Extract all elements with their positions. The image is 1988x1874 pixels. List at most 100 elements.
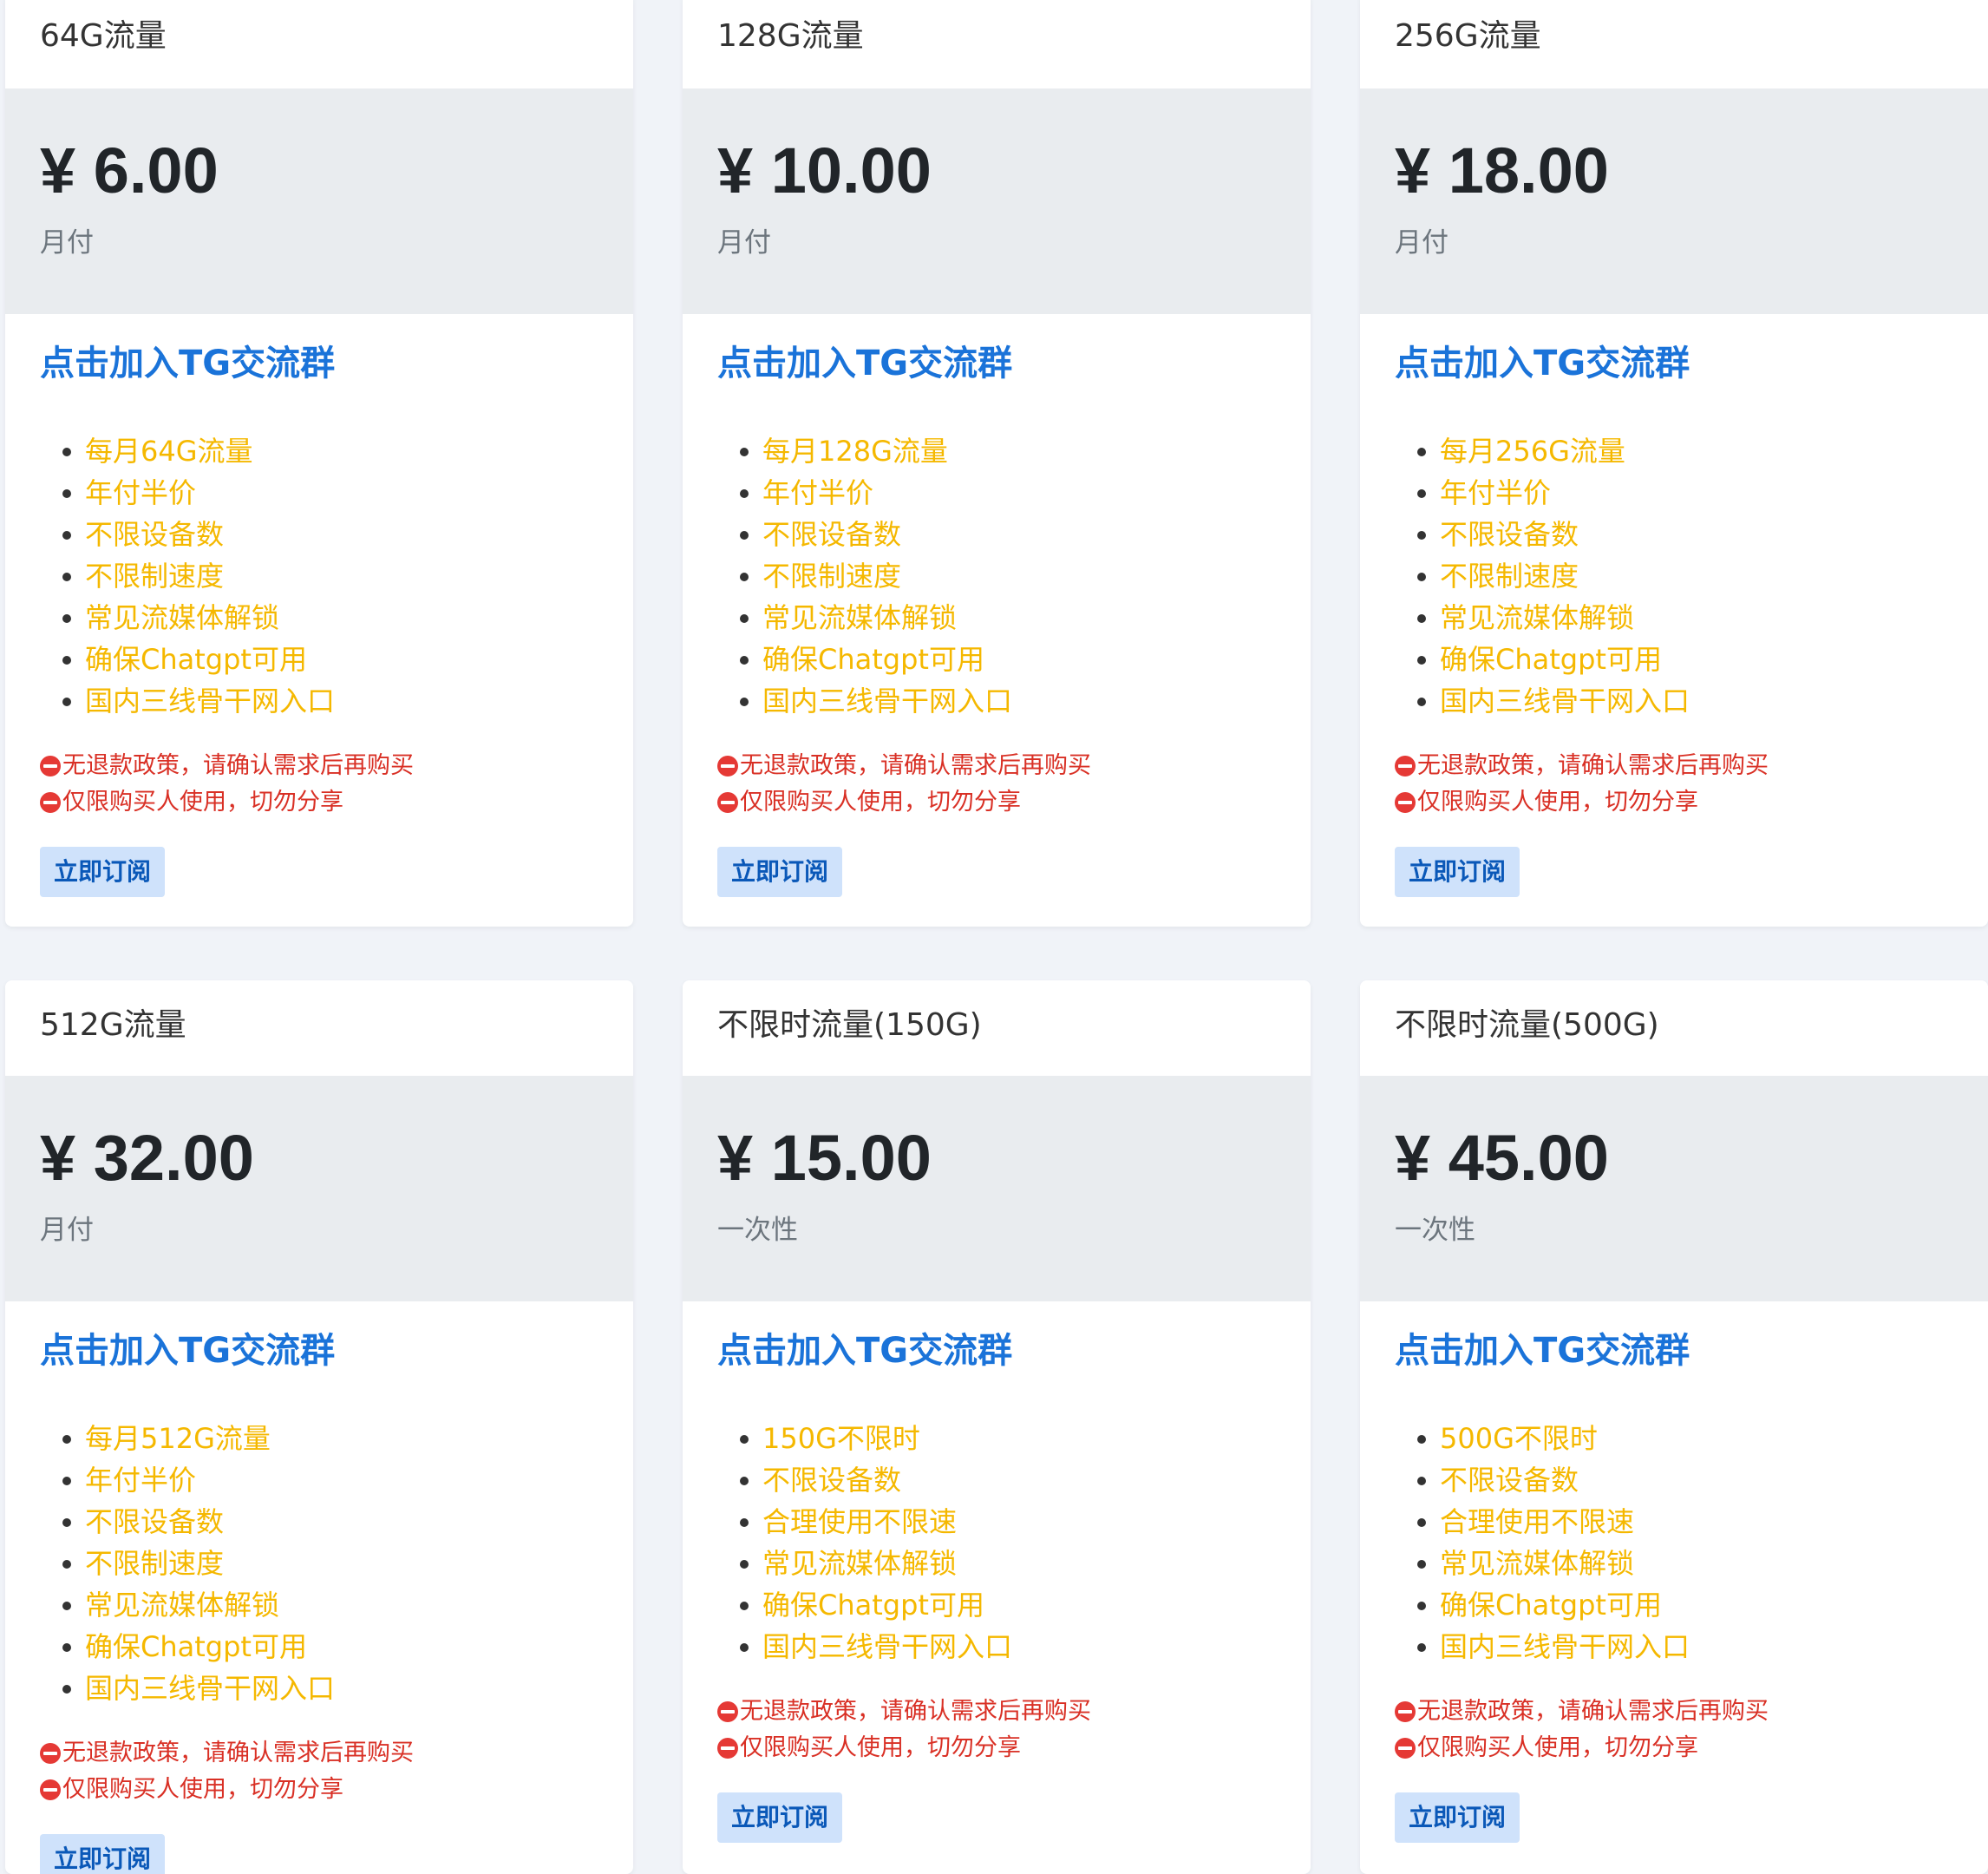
feature-item: 不限设备数 (740, 1459, 1276, 1501)
feature-list: 每月64G流量 年付半价 不限设备数 不限制速度 常见流媒体解锁 确保Chatgpt可用国… (40, 430, 598, 722)
notice-text: 仅限购买人使用，切勿分享 (1417, 1734, 1698, 1761)
price-block: ¥ 6.00 月付 (5, 88, 633, 314)
feature-item: 合理使用不限速 (740, 1501, 1276, 1543)
notice-line: 仅限购买人使用，切勿分享 (717, 784, 1276, 821)
plan-price: ¥ 6.00 (40, 134, 219, 206)
plan-card: 256G流量 ¥ 18.00 月付点击加入TG交流群每月256G流量 年付半价 不限设备… (1360, 0, 1988, 927)
plan-body: 点击加入TG交流群每月256G流量 年付半价 不限设备数 不限制速度 常见流媒体解锁 确保… (1360, 314, 1988, 897)
feature-item: 常见流媒体解锁 (62, 597, 598, 639)
feature-list: 每月512G流量 年付半价 不限设备数 不限制速度 常见流媒体解锁 确保Chatgpt可用… (40, 1418, 598, 1709)
feature-item: 确保Chatgpt可用 (1417, 1584, 1953, 1626)
plan-card: 不限时流量(150G) ¥ 15.00 一次性 点击加入TG交流群 150G不限时 不限设… (683, 980, 1311, 1874)
notice-text: 无退款政策，请确认需求后再购买 (740, 752, 1091, 779)
feature-item: 500G不限时 (1417, 1418, 1953, 1459)
feature-item: 常见流媒体解锁 (62, 1584, 598, 1626)
feature-list: 每月256G流量 年付半价 不限设备数 不限制速度 常见流媒体解锁 确保Chatgpt可用… (1395, 430, 1953, 722)
feature-item: 年付半价 (1417, 472, 1953, 514)
billing-period: 一次性 (717, 1215, 798, 1246)
subscribe-button[interactable]: 立即订阅 (40, 1834, 166, 1874)
plan-body: 点击加入TG交流群每月512G流量 年付半价 不限设备数 不限制速度 常见流媒体解锁 确保… (5, 1301, 633, 1874)
billing-period: 一次性 (1395, 1215, 1475, 1246)
feature-item: 不限设备数 (1417, 514, 1953, 555)
feature-list: 500G不限时 不限设备数 合理使用不限速 常见流媒体解锁 确保Chatgpt可用 国内三… (1395, 1418, 1953, 1668)
plan-body: 点击加入TG交流群 150G不限时 不限设备数 合理使用不限速 常见流媒体解锁 确保Cha… (683, 1301, 1311, 1843)
plan-price: ¥ 32.00 (40, 1122, 254, 1194)
notice-text: 无退款政策，请确认需求后再购买 (62, 1740, 414, 1766)
subscribe-button[interactable]: 立即订阅 (717, 1792, 843, 1843)
plan-card: 64G流量 ¥ 6.00 月付 点击加入TG交流群 每月64G流量 年付半价 不限设备数 不限… (5, 0, 633, 927)
tg-group-link[interactable]: 点击加入TG交流群 (40, 1327, 335, 1374)
billing-period: 月付 (1395, 227, 1448, 259)
no-entry-icon (717, 756, 738, 776)
subscribe-button[interactable]: 立即订阅 (1395, 1792, 1520, 1843)
notice-block: 无退款政策，请确认需求后再购买 仅限购买人使用，切勿分享 (717, 1694, 1276, 1766)
notice-text: 仅限购买人使用，切勿分享 (1417, 789, 1698, 816)
feature-item: 国内三线骨干网入口 (740, 1626, 1276, 1668)
subscribe-button[interactable]: 立即订阅 (1395, 847, 1520, 897)
notice-text: 仅限购买人使用，切勿分享 (740, 789, 1021, 816)
feature-item: 年付半价 (62, 472, 598, 514)
no-entry-icon (1395, 1738, 1416, 1759)
feature-item: 确保Chatgpt可用 (740, 1584, 1276, 1626)
notice-line: 仅限购买人使用，切勿分享 (40, 784, 598, 821)
subscribe-button[interactable]: 立即订阅 (40, 847, 166, 897)
notice-line: 无退款政策，请确认需求后再购买 (40, 748, 598, 784)
no-entry-icon (40, 1743, 61, 1764)
notice-line: 无退款政策，请确认需求后再购买 (717, 748, 1276, 784)
plan-price: ¥ 15.00 (717, 1122, 932, 1194)
feature-list: 每月128G流量 年付半价 不限设备数 不限制速度 常见流媒体解锁 确保Chatgpt可用… (717, 430, 1276, 722)
no-entry-icon (1395, 756, 1416, 776)
price-block: ¥ 15.00 一次性 (683, 1076, 1311, 1301)
feature-item: 年付半价 (62, 1459, 598, 1501)
billing-period: 月付 (717, 227, 771, 259)
feature-item: 不限设备数 (740, 514, 1276, 555)
notice-line: 仅限购买人使用，切勿分享 (717, 1730, 1276, 1766)
notice-block: 无退款政策，请确认需求后再购买仅限购买人使用，切勿分享 (40, 1735, 598, 1808)
notice-text: 无退款政策，请确认需求后再购买 (1417, 752, 1769, 779)
no-entry-icon (1395, 792, 1416, 813)
subscribe-button[interactable]: 立即订阅 (717, 847, 843, 897)
feature-item: 国内三线骨干网入口 (1417, 680, 1953, 722)
notice-text: 仅限购买人使用，切勿分享 (740, 1734, 1021, 1761)
feature-item: 国内三线骨干网入口 (62, 680, 598, 722)
notice-line: 仅限购买人使用，切勿分享 (1395, 1730, 1953, 1766)
feature-item: 不限设备数 (62, 1501, 598, 1543)
notice-line: 仅限购买人使用，切勿分享 (40, 1772, 598, 1808)
notice-text: 仅限购买人使用，切勿分享 (62, 789, 343, 816)
feature-item: 国内三线骨干网入口 (1417, 1626, 1953, 1668)
plan-name: 512G流量 (5, 980, 633, 1076)
feature-item: 合理使用不限速 (1417, 1501, 1953, 1543)
plan-card: 128G流量 ¥ 10.00 月付 点击加入TG交流群 每月128G流量 年付半价 不限设备… (683, 0, 1311, 927)
tg-group-link[interactable]: 点击加入TG交流群 (717, 1327, 1012, 1374)
plan-body: 点击加入TG交流群每月64G流量 年付半价 不限设备数 不限制速度 常见流媒体解锁 确保C… (5, 314, 633, 897)
feature-item: 确保Chatgpt可用 (1417, 639, 1953, 680)
plan-name: 256G流量 (1360, 0, 1988, 88)
notice-block: 无退款政策，请确认需求后再购买 仅限购买人使用，切勿分享 (1395, 748, 1953, 821)
tg-group-link[interactable]: 点击加入TG交流群 (1395, 1327, 1690, 1374)
feature-item: 确保Chatgpt可用 (62, 639, 598, 680)
feature-item: 不限制速度 (62, 555, 598, 597)
feature-item: 不限设备数 (1417, 1459, 1953, 1501)
feature-item: 每月512G流量 (62, 1418, 598, 1459)
plan-price: ¥ 18.00 (1395, 134, 1609, 206)
feature-list: 150G不限时 不限设备数 合理使用不限速 常见流媒体解锁 确保Chatgpt可用 国内三… (717, 1418, 1276, 1668)
notice-block: 无退款政策，请确认需求后再购买 仅限购买人使用，切勿分享 (40, 748, 598, 821)
tg-group-link[interactable]: 点击加入TG交流群 (40, 340, 335, 387)
notice-line: 无退款政策，请确认需求后再购买 (1395, 748, 1953, 784)
tg-group-link[interactable]: 点击加入TG交流群 (717, 340, 1012, 387)
feature-item: 常见流媒体解锁 (1417, 1543, 1953, 1584)
notice-text: 无退款政策，请确认需求后再购买 (62, 752, 414, 779)
no-entry-icon (1395, 1701, 1416, 1722)
feature-item: 每月64G流量 (62, 430, 598, 472)
no-entry-icon (717, 792, 738, 813)
feature-item: 不限设备数 (62, 514, 598, 555)
price-block: ¥ 32.00 月付 (5, 1076, 633, 1301)
notice-line: 无退款政策，请确认需求后再购买 (717, 1694, 1276, 1730)
price-block: ¥ 10.00 月付 (683, 88, 1311, 314)
tg-group-link[interactable]: 点击加入TG交流群 (1395, 340, 1690, 387)
no-entry-icon (40, 756, 61, 776)
feature-item: 每月128G流量 (740, 430, 1276, 472)
plan-card: 512G流量 ¥ 32.00 月付点击加入TG交流群每月512G流量 年付半价 不限设备… (5, 980, 633, 1874)
notice-text: 无退款政策，请确认需求后再购买 (740, 1698, 1091, 1725)
price-block: ¥ 45.00 一次性 (1360, 1076, 1988, 1301)
